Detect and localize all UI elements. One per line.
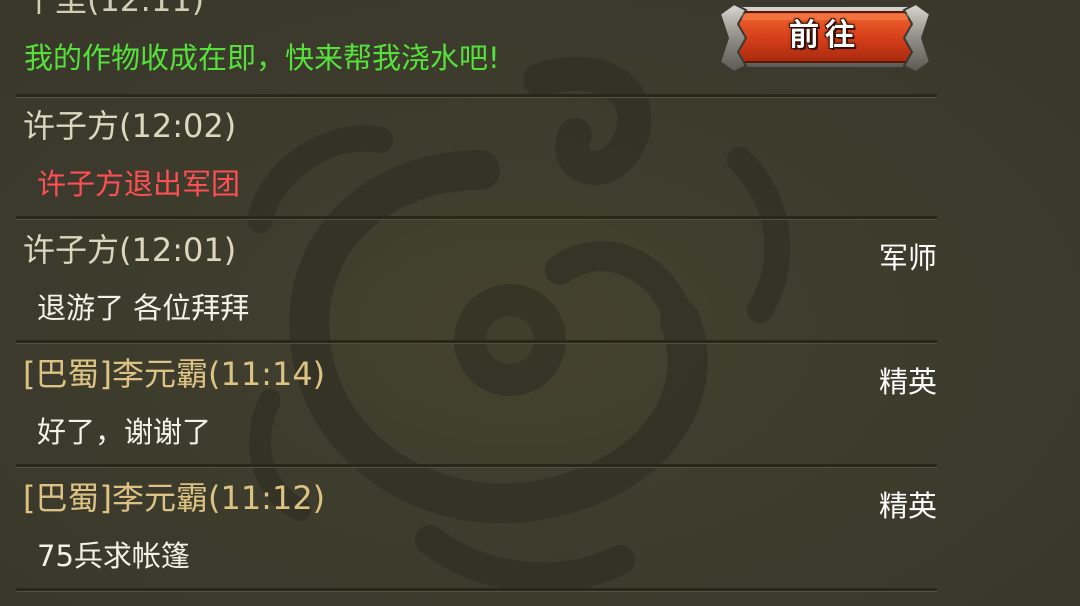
goto-button-label: 前往	[789, 18, 861, 53]
rank-badge: 军师	[878, 241, 937, 275]
chat-message: [巴蜀]李元霸(11:14) 精英 好了，谢谢了	[16, 344, 937, 464]
message-text: 好了，谢谢了	[37, 415, 212, 449]
goto-button[interactable]: 前往	[716, 0, 934, 76]
sender-name: [巴蜀]李元霸(11:12)	[23, 479, 326, 517]
message-text: 我的作物收成在即，快来帮我浇水吧!	[24, 41, 500, 75]
chat-message: 许子方(12:02) 许子方退出军团	[16, 98, 937, 216]
sender-name: [巴蜀]李元霸(11:14)	[23, 355, 326, 393]
system-notice-text: 许子方退出军团	[37, 167, 241, 201]
chat-message: 许子方(12:01) 军师 退游了 各位拜拜	[16, 220, 937, 340]
message-divider	[16, 588, 937, 592]
sender-name: 许子方(12:01)	[23, 231, 237, 269]
sender-name: 许子方(12:02)	[23, 107, 237, 145]
guild-chat-screen: 千里(12:11) 我的作物收成在即，快来帮我浇水吧! 前往 许子方(12:02…	[0, 0, 1080, 606]
rank-badge: 精英	[878, 365, 937, 399]
message-text: 退游了 各位拜拜	[37, 291, 250, 325]
sender-name: 千里(12:11)	[23, 0, 205, 19]
chat-message: [巴蜀]李元霸(11:12) 精英 75兵求帐篷	[16, 468, 937, 588]
message-text: 75兵求帐篷	[37, 539, 190, 573]
chat-message-list[interactable]: 千里(12:11) 我的作物收成在即，快来帮我浇水吧! 前往 许子方(12:02…	[0, 0, 937, 606]
rank-badge: 精英	[878, 489, 937, 523]
